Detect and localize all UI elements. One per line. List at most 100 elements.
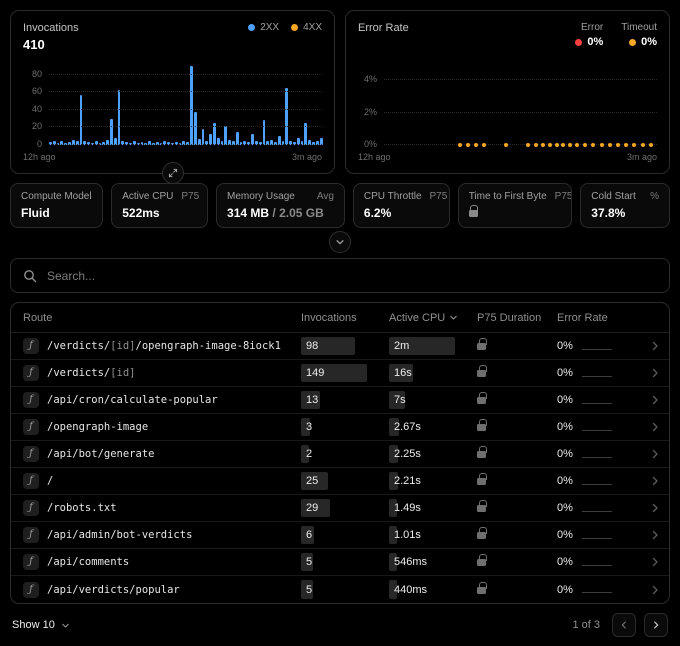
4xx-dot-icon: [291, 24, 298, 31]
column-header-route[interactable]: Route: [23, 312, 301, 324]
table-row[interactable]: ƒ/verdicts/[id]14916s0%: [11, 360, 669, 387]
legend-item-timeout[interactable]: Timeout 0%: [621, 22, 657, 48]
row-detail-button[interactable]: [641, 367, 669, 379]
invocations-cell-value: 5: [301, 556, 312, 568]
timeout-data-dot: [575, 143, 579, 147]
search-input[interactable]: [11, 259, 669, 292]
error-rate-value: 0%: [557, 475, 573, 487]
table-row[interactable]: ƒ/api/bot/generate22.25s0%: [11, 441, 669, 468]
table-row[interactable]: ƒ/api/verdicts/popular5440ms0%: [11, 576, 669, 603]
legend-item-2xx[interactable]: 2XX: [248, 22, 279, 33]
active-cpu-cell-value: 7s: [389, 394, 406, 406]
active-cpu-cell: 1.49s: [389, 495, 477, 521]
expand-chart-button[interactable]: [162, 162, 184, 184]
legend-item-error[interactable]: Error 0%: [575, 22, 603, 48]
column-header-invocations[interactable]: Invocations: [301, 312, 389, 324]
error-rate-value: 0%: [557, 556, 573, 568]
table-row[interactable]: ƒ/verdicts/[id]/opengraph-image-8iock198…: [11, 333, 669, 360]
gridline: [49, 126, 322, 127]
invocation-bar: [224, 126, 227, 145]
row-detail-button[interactable]: [641, 584, 669, 596]
error-rate-value: 0%: [557, 529, 573, 541]
active-cpu-cell-value: 546ms: [389, 556, 427, 568]
error-rate-chart[interactable]: 0%2%4%: [384, 64, 657, 145]
error-rate-sparkline: [582, 538, 612, 539]
column-header-p75-duration[interactable]: P75 Duration: [477, 312, 557, 324]
row-detail-button[interactable]: [641, 556, 669, 568]
metric-label: CPU Throttle: [364, 191, 422, 202]
active-cpu-cell-value: 440ms: [389, 584, 427, 596]
lock-icon: [477, 587, 486, 594]
legend-item-4xx[interactable]: 4XX: [291, 22, 322, 33]
invocations-title-block: Invocations 410: [23, 22, 79, 52]
lock-icon: [477, 532, 486, 539]
invocations-panel-header: Invocations 410 2XX 4XX: [23, 22, 322, 54]
timeout-data-dot: [474, 143, 478, 147]
active-cpu-cell: 2.21s: [389, 468, 477, 494]
error-rate-x-axis: 12h ago 3m ago: [358, 152, 657, 162]
function-icon: ƒ: [23, 392, 39, 408]
row-detail-button[interactable]: [641, 529, 669, 541]
active-cpu-cell: 440ms: [389, 576, 477, 603]
route-cell: ƒ/verdicts/[id]: [23, 365, 301, 381]
row-detail-button[interactable]: [641, 340, 669, 352]
row-detail-button[interactable]: [641, 475, 669, 487]
route-cell: ƒ/: [23, 473, 301, 489]
error-rate-cell: 0%: [557, 502, 641, 514]
y-axis-tick: 0%: [364, 140, 377, 149]
column-header-error-rate[interactable]: Error Rate: [557, 312, 641, 324]
invocation-bar: [285, 88, 288, 145]
function-icon: ƒ: [23, 365, 39, 381]
invocation-bar: [194, 112, 197, 145]
metric-memory-usage: Memory UsageAvg 314 MB / 2.05 GB: [216, 183, 345, 228]
metric-label: Compute Model: [21, 191, 92, 202]
row-chevron-icon: [649, 340, 661, 352]
gridline: [384, 112, 657, 113]
row-detail-button[interactable]: [641, 448, 669, 460]
error-rate-cell: 0%: [557, 394, 641, 406]
metric-label: Active CPU: [122, 191, 173, 202]
invocations-total: 410: [23, 37, 79, 52]
row-detail-button[interactable]: [641, 421, 669, 433]
function-icon: ƒ: [23, 338, 39, 354]
previous-page-button[interactable]: [612, 613, 636, 637]
metric-label: Cold Start: [591, 191, 635, 202]
timeout-data-dot: [632, 143, 636, 147]
p75-duration-cell: [477, 366, 557, 380]
y-axis-tick: 60: [32, 87, 42, 96]
metric-compute-model: Compute Model Fluid: [10, 183, 103, 228]
legend-2xx-label: 2XX: [260, 22, 279, 33]
table-row[interactable]: ƒ/api/comments5 546ms 0%: [11, 549, 669, 576]
table-row[interactable]: ƒ/robots.txt291.49s0%: [11, 495, 669, 522]
error-rate-cell: 0%: [557, 340, 641, 352]
table-row[interactable]: ƒ/api/admin/bot-verdicts61.01s0%: [11, 522, 669, 549]
route-path: /: [47, 475, 53, 487]
route-path: /api/admin/bot-verdicts: [47, 529, 192, 541]
error-rate-value: 0%: [557, 502, 573, 514]
next-page-button[interactable]: [644, 613, 668, 637]
error-rate-legend: Error 0% Timeout 0%: [575, 22, 657, 48]
invocation-bar: [263, 120, 266, 145]
lock-icon: [477, 397, 486, 404]
table-row[interactable]: ƒ/252.21s0%: [11, 468, 669, 495]
page-size-select[interactable]: Show 10: [12, 619, 70, 631]
row-detail-button[interactable]: [641, 502, 669, 514]
route-path: /api/verdicts/popular: [47, 584, 180, 596]
table-row[interactable]: ƒ/opengraph-image32.67s0%: [11, 414, 669, 441]
invocations-chart[interactable]: 020406080: [49, 64, 322, 145]
timeout-data-dot: [526, 143, 530, 147]
error-rate-value: 0%: [557, 448, 573, 460]
row-chevron-icon: [649, 475, 661, 487]
collapse-metrics-button[interactable]: [329, 231, 351, 253]
metric-cold-start: Cold Start% 37.8%: [580, 183, 670, 228]
timeout-data-dot: [591, 143, 595, 147]
row-detail-button[interactable]: [641, 394, 669, 406]
table-row[interactable]: ƒ/api/cron/calculate-popular137s0%: [11, 387, 669, 414]
routes-table: Route Invocations Active CPU P75 Duratio…: [10, 302, 670, 604]
column-header-active-cpu[interactable]: Active CPU: [389, 312, 477, 324]
route-cell: ƒ/api/comments: [23, 554, 301, 570]
route-path: /api/cron/calculate-popular: [47, 394, 218, 406]
gridline: [49, 74, 322, 75]
invocations-cell-value: 149: [301, 367, 324, 379]
error-rate-cell: 0%: [557, 584, 641, 596]
